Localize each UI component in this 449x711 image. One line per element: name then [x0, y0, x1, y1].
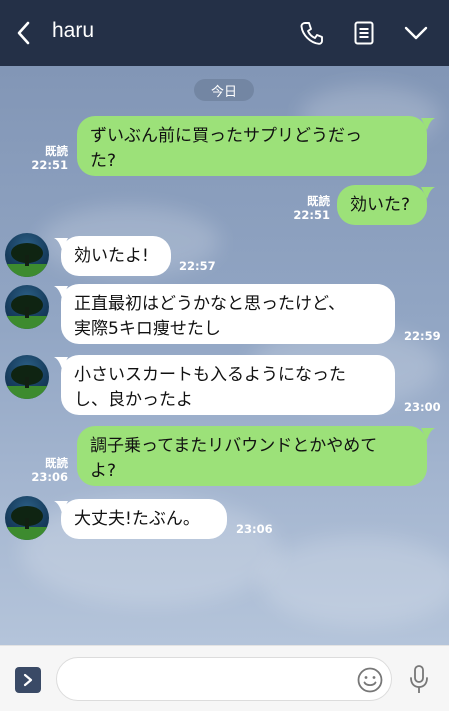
- bubble-tail: [54, 238, 68, 250]
- chat-title: haru: [52, 19, 95, 42]
- avatar[interactable]: [5, 355, 49, 399]
- message-line: 正直最初はどうかなと思ったけど、: [74, 294, 346, 314]
- message-line: 効いた?: [350, 195, 411, 215]
- tree-icon: [5, 365, 49, 399]
- message-line: 小さいスカートも入るようになった: [74, 365, 346, 385]
- voice-input-button[interactable]: [405, 664, 433, 696]
- timestamp: 23:06: [31, 470, 68, 484]
- message-line: ずいぶん前に買ったサプリどうだっ: [90, 126, 362, 146]
- expand-menu-button[interactable]: [15, 667, 41, 693]
- bubble-tail: [54, 501, 68, 513]
- message-line: 大丈夫!たぶん。: [74, 509, 200, 529]
- tree-icon: [5, 506, 49, 540]
- message-bubble-received[interactable]: 小さいスカートも入るようになった し、良かったよ: [61, 355, 395, 415]
- emoji-button[interactable]: [356, 666, 384, 694]
- call-button[interactable]: [296, 17, 328, 49]
- back-button[interactable]: [8, 17, 40, 49]
- notes-icon: [354, 21, 374, 45]
- chat-area[interactable]: 今日 既読 22:51 ずいぶん前に買ったサプリどうだっ た? 既読 22:51…: [0, 66, 449, 645]
- message-bubble-sent[interactable]: ずいぶん前に買ったサプリどうだっ た?: [77, 116, 427, 176]
- bubble-tail: [421, 428, 435, 440]
- read-receipt: 既読: [45, 144, 68, 158]
- message-meta: 既読 22:51: [26, 144, 68, 172]
- phone-icon: [300, 22, 323, 45]
- emoji-icon: [357, 667, 383, 693]
- message-input[interactable]: [56, 657, 392, 701]
- message-line: た?: [90, 151, 117, 171]
- bubble-tail: [421, 187, 435, 199]
- message-bubble-sent[interactable]: 効いた?: [337, 185, 427, 225]
- message-meta: 既読 22:51: [288, 194, 330, 222]
- notes-button[interactable]: [348, 17, 380, 49]
- message-bubble-sent[interactable]: 調子乗ってまたリバウンドとかやめて よ?: [77, 426, 427, 486]
- message-line: し、良かったよ: [74, 390, 193, 410]
- message-line: 実際5キロ痩せたし: [74, 319, 221, 339]
- bubble-tail: [421, 118, 435, 130]
- timestamp: 23:00: [404, 400, 441, 414]
- tree-icon: [5, 295, 49, 329]
- background-cloud: [260, 536, 449, 626]
- avatar[interactable]: [5, 285, 49, 329]
- read-receipt: 既読: [45, 456, 68, 470]
- read-receipt: 既読: [307, 194, 330, 208]
- timestamp: 23:06: [236, 522, 273, 536]
- chat-header: haru: [0, 0, 449, 66]
- message-line: 効いたよ!: [74, 246, 149, 266]
- timestamp: 22:57: [179, 259, 216, 273]
- message-line: 調子乗ってまたリバウンドとかやめて: [90, 436, 378, 456]
- timestamp: 22:51: [293, 208, 330, 222]
- message-input-bar: [0, 645, 449, 711]
- timestamp: 22:51: [31, 158, 68, 172]
- expand-arrow-icon: [23, 673, 33, 687]
- bubble-tail: [54, 286, 68, 298]
- menu-button[interactable]: [400, 17, 432, 49]
- timestamp: 22:59: [404, 329, 441, 343]
- message-meta: 既読 23:06: [26, 456, 68, 484]
- avatar[interactable]: [5, 233, 49, 277]
- tree-icon: [5, 243, 49, 277]
- chevron-down-icon: [404, 26, 428, 40]
- message-line: よ?: [90, 461, 117, 481]
- bubble-tail: [54, 357, 68, 369]
- date-separator: 今日: [194, 79, 254, 101]
- back-arrow-icon: [17, 21, 30, 45]
- message-bubble-received[interactable]: 正直最初はどうかなと思ったけど、 実際5キロ痩せたし: [61, 284, 395, 344]
- mic-icon: [410, 665, 428, 693]
- avatar[interactable]: [5, 496, 49, 540]
- message-bubble-received[interactable]: 大丈夫!たぶん。: [61, 499, 227, 539]
- message-bubble-received[interactable]: 効いたよ!: [61, 236, 171, 276]
